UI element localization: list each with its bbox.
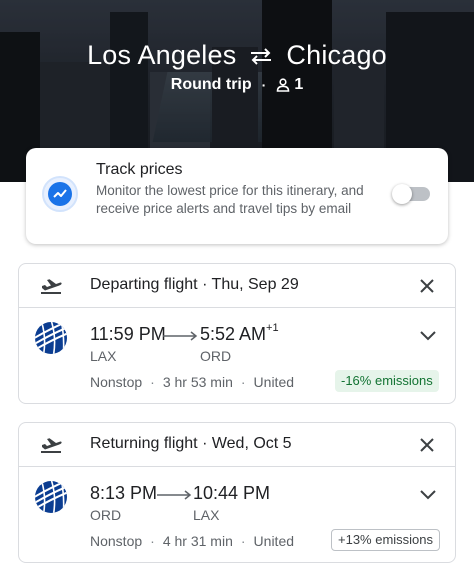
trip-summary: Round trip · 1 <box>0 76 474 94</box>
person-icon <box>276 78 290 92</box>
duration: 3 hr 53 min <box>162 374 233 390</box>
emissions-badge[interactable]: +13% emissions <box>331 529 441 551</box>
arrival-airport: ORD <box>200 348 232 364</box>
swap-arrows-icon[interactable] <box>248 46 274 66</box>
united-logo <box>35 481 67 513</box>
separator: · <box>150 533 155 549</box>
arrow-right-icon <box>157 490 192 500</box>
departure-time: 11:59 PM <box>90 324 166 344</box>
chevron-down-icon[interactable] <box>419 330 437 342</box>
stops: Nonstop <box>90 374 143 390</box>
separator: · <box>240 533 246 549</box>
origin-city: Los Angeles <box>87 40 237 70</box>
destination-city: Chicago <box>286 40 387 70</box>
trip-type: Round trip <box>170 76 252 93</box>
emissions-badge[interactable]: -16% emissions <box>335 370 439 392</box>
track-prices-toggle[interactable] <box>392 184 432 204</box>
takeoff-icon <box>41 279 62 294</box>
airline-name: United <box>253 533 295 549</box>
chevron-down-icon[interactable] <box>419 489 437 501</box>
track-prices-description: Monitor the lowest price for this itiner… <box>96 183 364 216</box>
trending-icon <box>42 176 78 212</box>
stops: Nonstop <box>90 533 143 549</box>
arrival-airport: LAX <box>193 507 220 523</box>
returning-flight-title: Returning flight · Wed, Oct 5 <box>90 435 292 452</box>
flight-card-header: Returning flight · Wed, Oct 5 <box>19 423 455 467</box>
arrival-time: 5:52 AM+1 <box>200 322 279 345</box>
arrival-time-value: 5:52 AM <box>200 324 267 344</box>
track-prices-card: Track prices Monitor the lowest price fo… <box>26 148 448 244</box>
departure-airport: ORD <box>90 507 122 523</box>
returning-flight-card[interactable]: Returning flight · Wed, Oct 5 8:13 PM 10… <box>18 422 456 563</box>
separator: · <box>261 77 267 93</box>
departing-flight-title: Departing flight · Thu, Sep 29 <box>90 276 299 293</box>
departure-airport: LAX <box>90 348 117 364</box>
departing-flight-card[interactable]: Departing flight · Thu, Sep 29 11:59 PM … <box>18 263 456 404</box>
separator: · <box>150 374 155 390</box>
close-icon[interactable] <box>418 436 436 454</box>
arrow-right-icon <box>163 331 198 341</box>
duration: 4 hr 31 min <box>162 533 233 549</box>
separator: · <box>240 374 246 390</box>
flight-details: Nonstop · 3 hr 53 min · United <box>90 374 294 390</box>
close-icon[interactable] <box>418 277 436 295</box>
departure-time: 8:13 PM <box>90 483 158 503</box>
airline-name: United <box>253 374 295 390</box>
track-prices-title: Track prices <box>96 161 183 178</box>
arrival-time: 10:44 PM <box>193 483 270 504</box>
passenger-number: 1 <box>294 76 304 93</box>
arrival-time-value: 10:44 PM <box>193 483 271 503</box>
route-title: Los Angeles Chicago <box>0 40 474 71</box>
flight-details: Nonstop · 4 hr 31 min · United <box>90 533 294 549</box>
passenger-count: 1 <box>276 76 303 94</box>
united-logo <box>35 322 67 354</box>
flight-card-header: Departing flight · Thu, Sep 29 <box>19 264 455 308</box>
toggle-knob <box>392 184 412 204</box>
arrival-day-offset: +1 <box>266 322 279 334</box>
takeoff-icon <box>41 438 62 453</box>
